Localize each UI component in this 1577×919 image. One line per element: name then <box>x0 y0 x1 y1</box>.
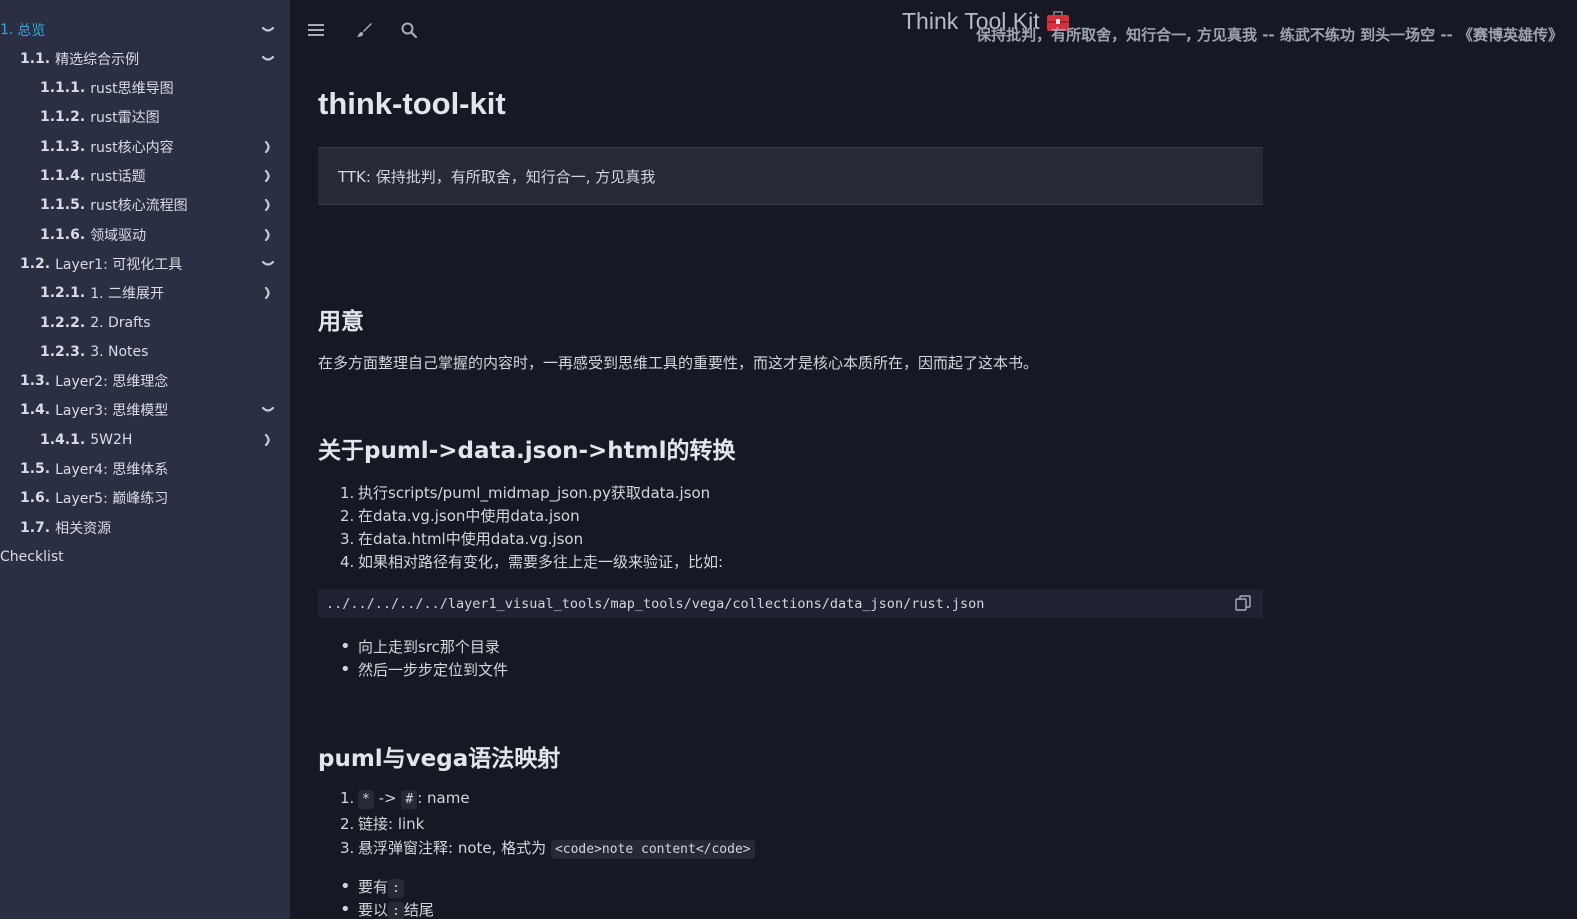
sidebar-item[interactable]: 1.1.5. rust核心流程图 <box>0 191 290 220</box>
intro-blockquote: TTK: 保持批判，有所取舍，知行合一, 方见真我 <box>318 147 1263 205</box>
sidebar-item-number: 1.2.3. <box>40 343 86 360</box>
code-block[interactable]: ../../../../../layer1_visual_tools/map_t… <box>318 589 1263 618</box>
sidebar-item[interactable]: Checklist <box>0 542 290 571</box>
list-item: 2. 在data.vg.json中使用data.json <box>340 507 580 525</box>
sidebar-item-label: Layer5: 巅峰练习 <box>55 491 169 508</box>
sidebar-item-number: 1.4.1. <box>40 431 86 448</box>
copy-icon[interactable] <box>1233 593 1253 613</box>
sidebar-item-label: rust核心流程图 <box>90 198 188 215</box>
heading-conversion: 关于puml->data.json->html的转换 <box>318 438 736 464</box>
sidebar-item-number: 1.2. <box>20 255 51 272</box>
sidebar-item-label: Layer3: 思维模型 <box>55 403 169 420</box>
chevron-down-icon[interactable] <box>260 22 276 38</box>
sidebar-item[interactable]: 1.6. Layer5: 巅峰练习 <box>0 484 290 513</box>
chevron-right-icon[interactable] <box>260 168 276 184</box>
sidebar-item-number: 1.3. <box>20 373 51 390</box>
sidebar-item[interactable]: 1.2.2. 2. Drafts <box>0 308 290 337</box>
sidebar-item[interactable]: 1.2.1. 1. 二维展开 <box>0 279 290 308</box>
sidebar-item-number: 1.1.5. <box>40 197 86 214</box>
sidebar-item-number: 1. <box>0 21 14 38</box>
sidebar-item[interactable]: 1.5. Layer4: 思维体系 <box>0 455 290 484</box>
sidebar-item[interactable]: 1.7. 相关资源 <box>0 513 290 542</box>
heading-mapping: puml与vega语法映射 <box>318 746 561 772</box>
chevron-right-icon[interactable] <box>260 227 276 243</box>
sidebar-item[interactable]: 1.3. Layer2: 思维理念 <box>0 367 290 396</box>
page-title: think-tool-kit <box>318 86 506 121</box>
chevron-down-icon[interactable] <box>260 402 276 418</box>
sidebar-item-number: 1.1.3. <box>40 138 86 155</box>
chevron-right-icon[interactable] <box>260 285 276 301</box>
sidebar-item[interactable]: 1.4. Layer3: 思维模型 <box>0 396 290 425</box>
list-item: 2. 链接: link <box>340 815 425 833</box>
sidebar-item-number: 1.4. <box>20 402 51 419</box>
chevron-right-icon[interactable] <box>260 432 276 448</box>
sidebar-item-number: 1.1.6. <box>40 226 86 243</box>
chevron-right-icon[interactable] <box>260 197 276 213</box>
sidebar-item-label: 5W2H <box>90 431 133 448</box>
sidebar-item-label: 相关资源 <box>55 520 112 537</box>
chevron-right-icon[interactable] <box>260 139 276 155</box>
list-item: • 要有: <box>340 876 404 898</box>
sidebar-item[interactable]: 1.1.3. rust核心内容 <box>0 132 290 161</box>
sidebar-item-label: rust雷达图 <box>90 110 160 127</box>
sidebar-item[interactable]: 1.1. 精选综合示例 <box>0 44 290 73</box>
sidebar-item-label: rust话题 <box>90 169 146 185</box>
app-root: 1. 总览 1.1. 精选综合示例 1.1.1. rust思维导图 1.1.2. rust雷达… <box>0 0 1577 919</box>
sidebar-item-label: Layer2: 思维理念 <box>55 374 169 391</box>
sidebar-item[interactable]: 1.1.2. rust雷达图 <box>0 103 290 132</box>
list-item: • 向上走到src那个目录 <box>340 636 500 657</box>
sidebar-item-label: 3. Notes <box>90 343 149 360</box>
list-item: 3. 悬浮弹窗注释: note, 格式为 <code>note content</… <box>340 837 755 859</box>
sidebar-item-label: 总览 <box>17 22 46 39</box>
list-item: • 要以: 结尾 <box>340 899 434 919</box>
sidebar-item[interactable]: 1.2.3. 3. Notes <box>0 337 290 366</box>
sidebar-item[interactable]: 1.1.1. rust思维导图 <box>0 74 290 103</box>
sidebar-item-label: Checklist <box>0 548 64 565</box>
sidebar-item-number: 1.6. <box>20 490 51 507</box>
sidebar-item-label: Layer4: 思维体系 <box>55 462 169 478</box>
list-item: 3. 在data.html中使用data.vg.json <box>340 530 584 548</box>
sidebar-item-label: rust核心内容 <box>90 139 174 156</box>
heading-purpose: 用意 <box>318 309 364 335</box>
list-item: • 然后一步步定位到文件 <box>340 659 509 680</box>
sidebar-item[interactable]: 1.1.4. rust话题 <box>0 162 290 191</box>
sidebar-item-number: 1.1.1. <box>40 80 86 97</box>
chevron-down-icon[interactable] <box>260 51 276 67</box>
sidebar-item[interactable]: 1.1.6. 领域驱动 <box>0 220 290 249</box>
sidebar-item-number: 1.7. <box>20 519 51 536</box>
code-block-text: ../../../../../layer1_visual_tools/map_t… <box>326 595 985 612</box>
sidebar-item-label: rust思维导图 <box>90 81 174 98</box>
sidebar-item[interactable]: 1.2. Layer1: 可视化工具 <box>0 249 290 278</box>
sidebar-item-label: 2. Drafts <box>90 314 151 331</box>
sidebar-item-number: 1.5. <box>20 461 51 477</box>
sidebar-item-number: 1.2.1. <box>40 285 86 302</box>
sidebar-item-number: 1.2.2. <box>40 314 86 331</box>
sidebar-item-number: 1.1.2. <box>40 109 86 126</box>
chevron-down-icon[interactable] <box>260 256 276 272</box>
sidebar-item-number: 1.1. <box>20 50 51 67</box>
sidebar-item[interactable]: 1. 总览 <box>0 15 290 44</box>
list-item: 4. 如果相对路径有变化，需要多往上走一级来验证，比如: <box>340 553 724 571</box>
sidebar-item[interactable]: 1.4.1. 5W2H <box>0 425 290 454</box>
sidebar-item-number: 1.1.4. <box>40 168 86 184</box>
sidebar-item-label: Layer1: 可视化工具 <box>55 256 183 273</box>
sidebar-toc: 1. 总览 1.1. 精选综合示例 1.1.1. rust思维导图 1.1.2. rust雷达… <box>0 0 290 919</box>
sidebar-item-label: 精选综合示例 <box>55 51 140 68</box>
main-content: think-tool-kit TTK: 保持批判，有所取舍，知行合一, 方见真我… <box>318 0 1263 919</box>
sidebar-item-label: 1. 二维展开 <box>90 286 164 303</box>
list-item: 1. * -> #: name <box>340 789 470 809</box>
sidebar-item-label: 领域驱动 <box>90 227 147 244</box>
purpose-paragraph: 在多方面整理自己掌握的内容时，一再感受到思维工具的重要性，而这才是核心本质所在，… <box>318 354 1039 372</box>
list-item: 1. 执行scripts/puml_midmap_json.py获取data.js… <box>340 484 711 502</box>
blockquote-text: TTK: 保持批判，有所取舍，知行合一, 方见真我 <box>338 167 656 186</box>
